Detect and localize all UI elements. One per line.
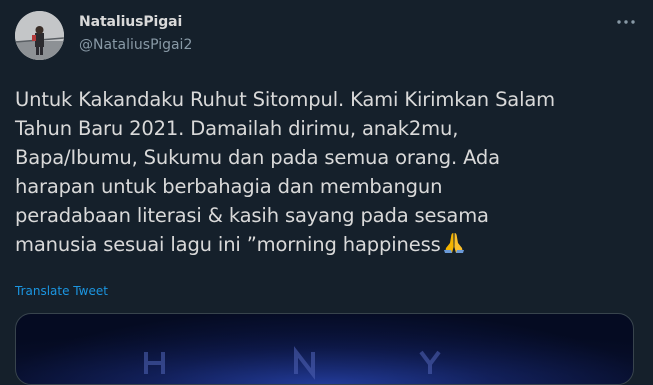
user-display-name[interactable]: NataliusPigai [79, 14, 182, 30]
tweet-text: Untuk Kakandaku Ruhut Sitompul. Kami Kir… [15, 85, 645, 259]
media-preview[interactable] [15, 313, 634, 385]
translate-tweet-link[interactable]: Translate Tweet [15, 284, 108, 298]
user-handle[interactable]: @NataliusPigai2 [79, 37, 192, 53]
tweet-text-body: Untuk Kakandaku Ruhut Sitompul. Kami Kir… [15, 88, 556, 256]
folded-hands-icon [443, 233, 464, 253]
avatar[interactable] [15, 11, 64, 60]
tweet-card: NataliusPigai @NataliusPigai2 Untuk Kaka… [0, 0, 653, 385]
media-image [16, 314, 633, 384]
more-icon[interactable] [613, 11, 639, 33]
